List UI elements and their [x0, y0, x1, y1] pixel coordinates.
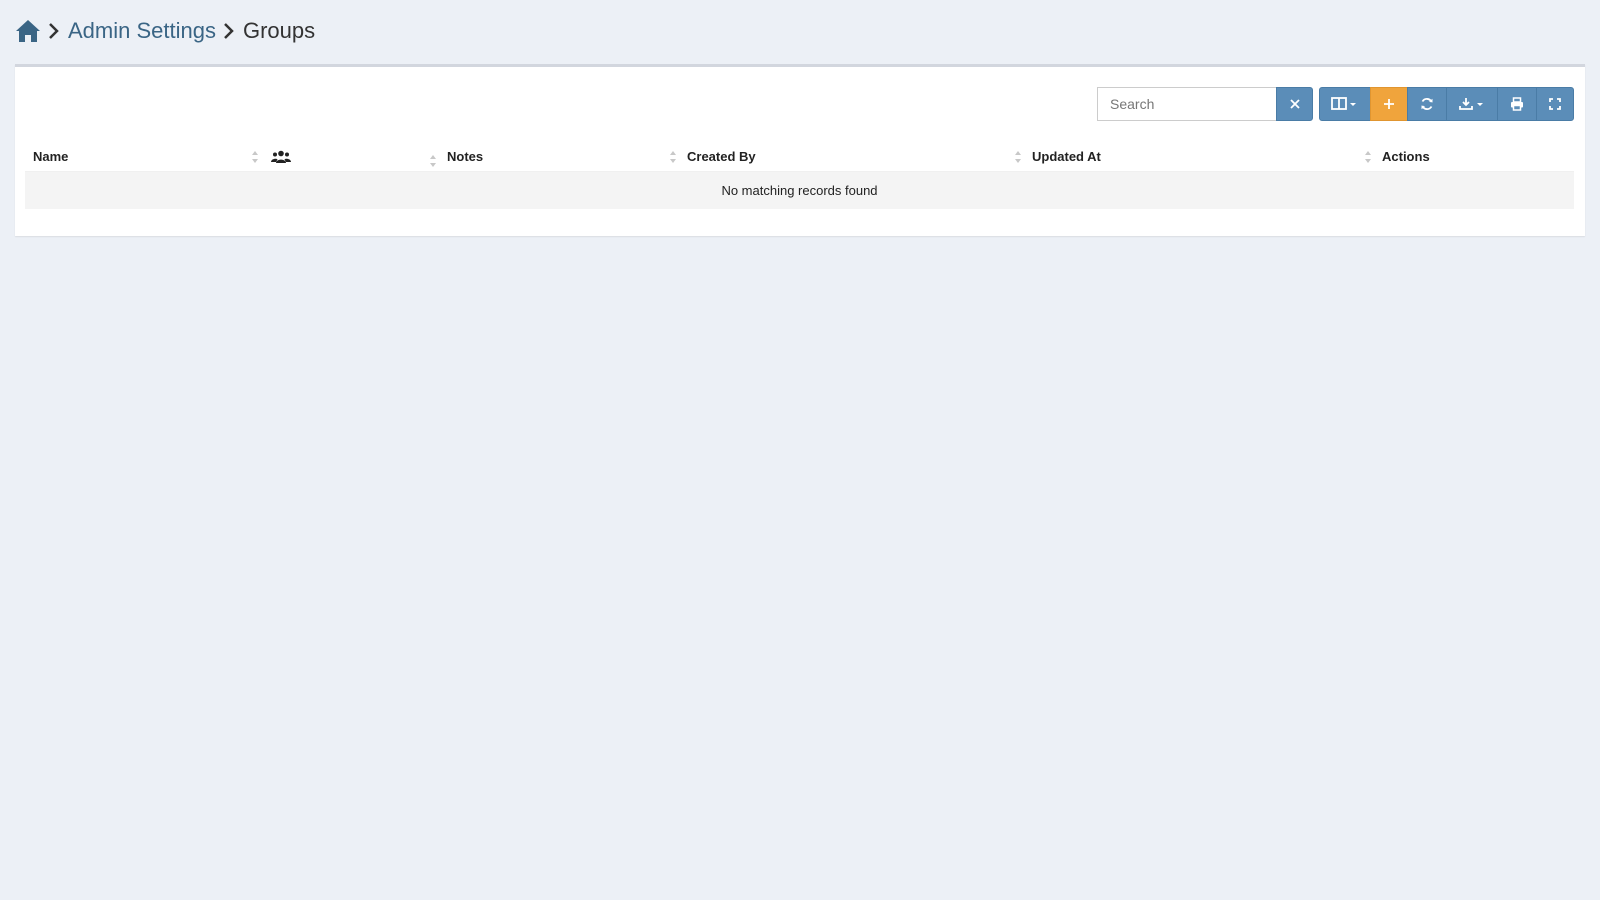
table-toolbar	[1097, 87, 1574, 121]
fullscreen-icon	[1549, 98, 1561, 110]
column-header-updated-at[interactable]: Updated At	[1024, 141, 1374, 172]
sort-icon	[430, 155, 436, 167]
column-header-label: Actions	[1382, 148, 1430, 164]
column-header-label: Created By	[687, 148, 756, 164]
groups-table: Name Notes Created By Updated At Actions…	[25, 141, 1574, 209]
plus-icon	[1384, 99, 1394, 109]
column-header-label: Updated At	[1032, 148, 1101, 164]
table-actions-group	[1319, 87, 1574, 121]
chevron-right-icon	[223, 21, 237, 41]
chevron-right-icon	[48, 21, 62, 41]
users-icon	[271, 150, 291, 163]
columns-icon	[1331, 97, 1356, 110]
column-header-actions: Actions	[1374, 141, 1574, 172]
sort-icon	[1015, 151, 1021, 163]
column-header-users[interactable]	[261, 141, 439, 172]
columns-toggle-button[interactable]	[1319, 87, 1371, 121]
page-title: Groups	[242, 18, 316, 43]
sort-icon	[1365, 151, 1371, 163]
breadcrumb-admin-settings-link[interactable]: Admin Settings	[68, 18, 216, 44]
search-input[interactable]	[1097, 87, 1276, 121]
download-icon	[1459, 98, 1483, 110]
breadcrumb: Admin Settings Groups	[15, 16, 315, 46]
sort-icon	[252, 151, 258, 163]
column-header-label: Notes	[447, 148, 484, 164]
clear-search-button[interactable]	[1276, 87, 1313, 121]
search-group	[1097, 87, 1313, 121]
print-button[interactable]	[1497, 87, 1537, 121]
column-header-notes[interactable]: Notes	[439, 141, 679, 172]
column-header-name[interactable]: Name	[25, 141, 261, 172]
refresh-icon	[1421, 98, 1433, 110]
table-row-empty: No matching records found	[25, 171, 1574, 209]
column-header-label: Name	[33, 148, 69, 164]
home-icon[interactable]	[15, 18, 41, 44]
fullscreen-button[interactable]	[1536, 87, 1574, 121]
add-group-button[interactable]	[1370, 87, 1408, 121]
column-header-created-by[interactable]: Created By	[679, 141, 1024, 172]
table-header-row: Name Notes Created By Updated At Actions	[25, 141, 1574, 172]
refresh-button[interactable]	[1407, 87, 1447, 121]
close-icon	[1289, 99, 1300, 109]
groups-panel: Name Notes	[15, 64, 1585, 236]
export-button[interactable]	[1446, 87, 1498, 121]
print-icon	[1511, 97, 1523, 111]
sort-icon	[670, 151, 676, 163]
no-records-message: No matching records found	[25, 171, 1574, 209]
